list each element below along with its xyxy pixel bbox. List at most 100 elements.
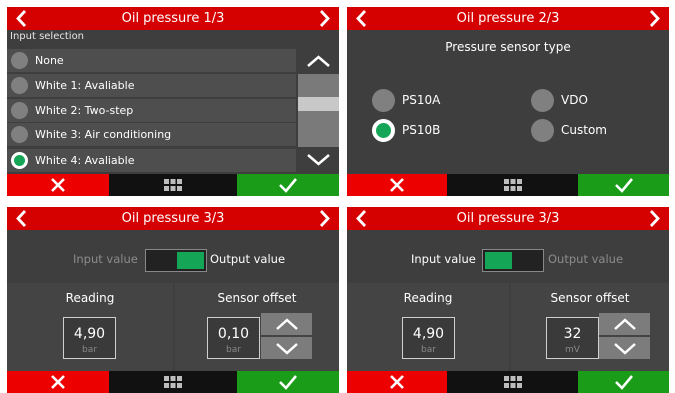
footer-bar [347, 371, 669, 393]
page-title: Oil pressure 1/3 [121, 11, 225, 26]
chevron-right-icon[interactable] [312, 207, 334, 230]
grid-icon [503, 179, 522, 191]
chevron-left-icon[interactable] [352, 207, 374, 230]
cancel-button[interactable] [7, 174, 109, 196]
sensor-offset-label: Sensor offset [217, 291, 297, 305]
decrement-button[interactable] [261, 337, 312, 359]
list-scrollbar[interactable] [298, 49, 339, 172]
confirm-button[interactable] [237, 371, 339, 393]
footer-bar [7, 371, 339, 393]
grid-icon [503, 376, 522, 388]
check-icon [614, 375, 633, 390]
reading-box: Reading 4,90 bar [347, 283, 509, 371]
output-value-label: Output value [548, 252, 624, 266]
menu-button[interactable] [447, 371, 578, 393]
option-label: VDO [561, 93, 588, 107]
decrement-button[interactable] [599, 337, 650, 359]
radio-icon [11, 102, 28, 119]
chevron-down-icon [614, 343, 636, 355]
offset-value: 0,10 [217, 326, 250, 342]
chevron-up-icon [276, 318, 298, 330]
list-item-label: None [35, 54, 64, 67]
reading-label: Reading [65, 291, 115, 305]
chevron-up-icon [307, 55, 330, 67]
reading-unit: bar [421, 345, 436, 355]
grid-icon [164, 179, 182, 191]
scroll-up-button[interactable] [298, 49, 339, 74]
reading-unit: bar [82, 345, 97, 355]
x-icon [390, 178, 404, 192]
menu-button[interactable] [447, 174, 578, 196]
footer-bar [7, 174, 339, 196]
offset-unit: mV [565, 345, 580, 355]
list-item[interactable]: None [7, 49, 296, 72]
page-title: Oil pressure 3/3 [456, 211, 560, 226]
radio-icon [372, 89, 395, 112]
chevron-left-icon[interactable] [352, 7, 374, 30]
chevron-left-icon[interactable] [12, 207, 34, 230]
list-item[interactable]: White 2: Two-step [7, 99, 296, 122]
chevron-down-icon [276, 343, 298, 355]
x-icon [390, 375, 404, 389]
chevron-left-icon[interactable] [12, 7, 34, 30]
oil-pressure-offset-panel-bar: Oil pressure 3/3 Input value Output valu… [7, 207, 339, 393]
panel-header: Oil pressure 3/3 [347, 207, 669, 230]
offset-value-box[interactable]: 32 mV [546, 317, 599, 359]
radio-selected-icon [372, 119, 395, 142]
chevron-right-icon[interactable] [642, 207, 664, 230]
reading-value: 4,90 [73, 326, 106, 342]
toggle-knob [485, 252, 512, 269]
list-item[interactable]: White 4: Avaliable [7, 149, 296, 172]
option-label: PS10B [402, 123, 441, 137]
menu-button[interactable] [109, 174, 237, 196]
oil-pressure-sensor-panel: Oil pressure 2/3 Pressure sensor type PS… [347, 7, 669, 196]
input-value-label: Input value [411, 252, 476, 266]
reading-box: Reading 4,90 bar [7, 283, 173, 371]
list-item-label: White 1: Avaliable [35, 79, 135, 92]
scroll-thumb[interactable] [298, 97, 339, 111]
value-mode-row: Input value Output value [347, 240, 669, 278]
confirm-button[interactable] [237, 174, 339, 196]
reading-label: Reading [403, 291, 453, 305]
cancel-button[interactable] [347, 371, 447, 393]
list-item-label: White 4: Avaliable [35, 154, 135, 167]
offset-value-box[interactable]: 0,10 bar [207, 317, 260, 359]
confirm-button[interactable] [578, 174, 669, 196]
radio-icon [531, 89, 554, 112]
chevron-right-icon[interactable] [642, 7, 664, 30]
list-item[interactable]: White 1: Avaliable [7, 74, 296, 97]
confirm-button[interactable] [578, 371, 669, 393]
radio-icon [11, 77, 28, 94]
radio-icon [11, 52, 28, 69]
value-mode-toggle[interactable] [145, 249, 207, 272]
panel-header: Oil pressure 1/3 [7, 7, 339, 30]
value-mode-toggle[interactable] [482, 249, 544, 272]
radio-selected-icon [11, 152, 28, 169]
panel-header: Oil pressure 2/3 [347, 7, 669, 30]
sensor-offset-box: Sensor offset 0,10 bar [175, 283, 339, 371]
radio-icon [531, 119, 554, 142]
input-selection-label: Input selection [10, 31, 85, 42]
value-mode-row: Input value Output value [7, 240, 339, 278]
cancel-button[interactable] [7, 371, 109, 393]
list-item[interactable]: White 3: Air conditioning [7, 123, 296, 146]
oil-pressure-offset-panel-mv: Oil pressure 3/3 Input value Output valu… [347, 207, 669, 393]
list-item-label: White 3: Air conditioning [35, 128, 172, 141]
x-icon [51, 178, 65, 192]
reading-value-box: 4,90 bar [63, 317, 116, 359]
grid-icon [164, 376, 182, 388]
increment-button[interactable] [261, 313, 312, 335]
chevron-right-icon[interactable] [312, 7, 334, 30]
toggle-knob [177, 252, 204, 269]
page-title: Oil pressure 3/3 [121, 211, 225, 226]
input-value-label: Input value [73, 252, 138, 266]
list-item-label: White 2: Two-step [35, 104, 134, 117]
oil-pressure-input-panel: Oil pressure 1/3 Input selection None Wh… [7, 7, 339, 196]
sensor-offset-label: Sensor offset [550, 291, 630, 305]
cancel-button[interactable] [347, 174, 447, 196]
scroll-down-button[interactable] [298, 147, 339, 172]
menu-button[interactable] [109, 371, 237, 393]
increment-button[interactable] [599, 313, 650, 335]
radio-icon [11, 126, 28, 143]
reading-value: 4,90 [412, 326, 445, 342]
